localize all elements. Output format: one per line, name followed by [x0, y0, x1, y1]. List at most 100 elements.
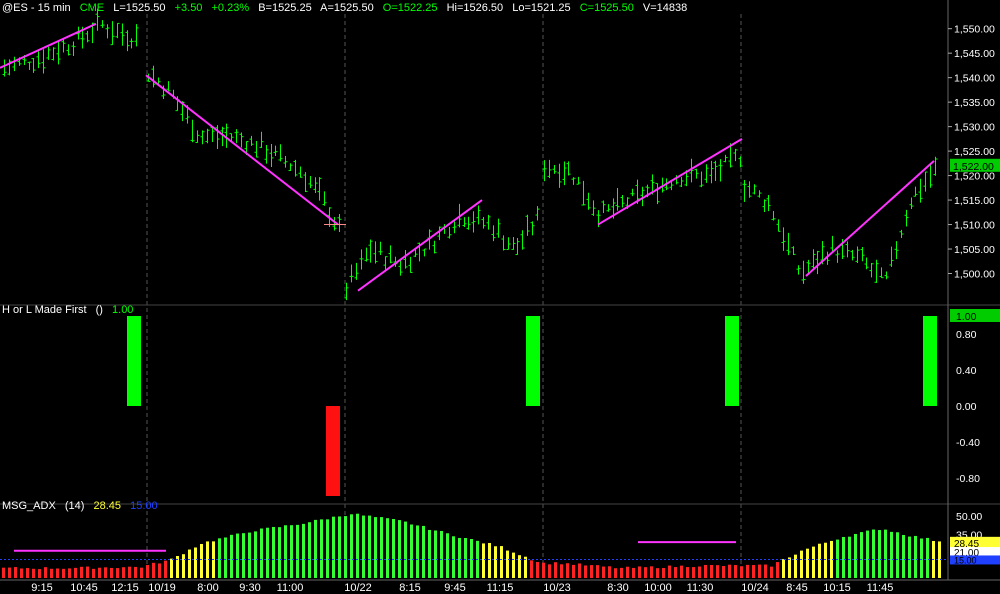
adx-bar[interactable] — [638, 566, 641, 578]
adx-bar[interactable] — [752, 565, 755, 578]
adx-bar[interactable] — [644, 567, 647, 578]
adx-bar[interactable] — [572, 564, 575, 578]
adx-bar[interactable] — [386, 518, 389, 578]
adx-bar[interactable] — [656, 568, 659, 578]
adx-bar[interactable] — [788, 557, 791, 578]
adx-bar[interactable] — [926, 537, 929, 578]
adx-bar[interactable] — [440, 530, 443, 578]
adx-bar[interactable] — [878, 530, 881, 578]
signal-bar[interactable] — [526, 316, 540, 406]
adx-bar[interactable] — [782, 559, 785, 578]
adx-bar[interactable] — [908, 536, 911, 578]
adx-bar[interactable] — [86, 566, 89, 578]
adx-bar[interactable] — [158, 563, 161, 578]
adx-bar[interactable] — [380, 517, 383, 578]
adx-bar[interactable] — [104, 567, 107, 578]
adx-bar[interactable] — [818, 543, 821, 578]
adx-bar[interactable] — [806, 548, 809, 578]
trendline[interactable] — [0, 22, 97, 69]
adx-bar[interactable] — [446, 533, 449, 578]
adx-bar[interactable] — [356, 513, 359, 578]
signal-bar[interactable] — [127, 316, 141, 406]
adx-bar[interactable] — [902, 534, 905, 578]
adx-bar[interactable] — [872, 529, 875, 578]
adx-bar[interactable] — [254, 531, 257, 578]
adx-bar[interactable] — [740, 566, 743, 578]
adx-bar[interactable] — [722, 566, 725, 578]
adx-bar[interactable] — [632, 567, 635, 578]
adx-bar[interactable] — [44, 567, 47, 578]
adx-bar[interactable] — [14, 567, 17, 578]
adx-bar[interactable] — [32, 568, 35, 578]
adx-bar[interactable] — [512, 552, 515, 578]
adx-bar[interactable] — [242, 533, 245, 578]
trendline[interactable] — [357, 199, 483, 292]
adx-bar[interactable] — [428, 529, 431, 578]
adx-bar[interactable] — [764, 564, 767, 578]
adx-bar[interactable] — [758, 564, 761, 578]
adx-bar[interactable] — [122, 567, 125, 578]
adx-bar[interactable] — [98, 567, 101, 578]
adx-bar[interactable] — [854, 533, 857, 578]
adx-bar[interactable] — [374, 517, 377, 578]
adx-bar[interactable] — [836, 539, 839, 578]
adx-bar[interactable] — [554, 562, 557, 578]
adx-bar[interactable] — [626, 566, 629, 578]
adx-bar[interactable] — [566, 563, 569, 578]
trendline[interactable] — [805, 160, 935, 277]
adx-bar[interactable] — [800, 550, 803, 578]
adx-bar[interactable] — [182, 554, 185, 578]
adx-bar[interactable] — [80, 566, 83, 578]
adx-bar[interactable] — [794, 554, 797, 578]
adx-bar[interactable] — [530, 560, 533, 578]
adx-bar[interactable] — [704, 564, 707, 578]
adx-bar[interactable] — [2, 567, 5, 578]
adx-bar[interactable] — [578, 563, 581, 578]
adx-bar[interactable] — [698, 566, 701, 578]
trendline[interactable] — [597, 138, 743, 226]
adx-bar[interactable] — [128, 566, 131, 578]
adx-bar[interactable] — [860, 532, 863, 578]
adx-bar[interactable] — [458, 537, 461, 578]
adx-bar[interactable] — [236, 533, 239, 578]
adx-bar[interactable] — [590, 565, 593, 578]
adx-bar[interactable] — [746, 564, 749, 578]
adx-bar[interactable] — [500, 546, 503, 578]
adx-bar[interactable] — [170, 558, 173, 578]
adx-bar[interactable] — [848, 536, 851, 578]
adx-bar[interactable] — [680, 565, 683, 578]
adx-bar[interactable] — [296, 524, 299, 578]
adx-bar[interactable] — [224, 537, 227, 578]
adx-bar[interactable] — [410, 524, 413, 578]
adx-bar[interactable] — [398, 520, 401, 578]
adx-bar[interactable] — [596, 565, 599, 578]
adx-bar[interactable] — [770, 566, 773, 578]
adx-bar[interactable] — [338, 516, 341, 578]
adx-bars[interactable] — [0, 513, 948, 578]
signal-bars[interactable] — [127, 316, 937, 496]
adx-bar[interactable] — [332, 516, 335, 578]
signal-bar[interactable] — [725, 316, 739, 406]
adx-bar[interactable] — [866, 530, 869, 578]
adx-bar[interactable] — [290, 525, 293, 578]
adx-bar[interactable] — [608, 566, 611, 578]
adx-bar[interactable] — [326, 519, 329, 578]
adx-bar[interactable] — [692, 567, 695, 578]
adx-bar[interactable] — [308, 522, 311, 578]
adx-bar[interactable] — [152, 562, 155, 578]
adx-bar[interactable] — [62, 568, 65, 578]
adx-bar[interactable] — [350, 514, 353, 578]
adx-bar[interactable] — [716, 565, 719, 578]
adx-bar[interactable] — [920, 538, 923, 578]
adx-bar[interactable] — [26, 568, 29, 578]
adx-bar[interactable] — [842, 536, 845, 578]
adx-bar[interactable] — [668, 565, 671, 578]
adx-bar[interactable] — [20, 568, 23, 578]
adx-bar[interactable] — [134, 566, 137, 578]
adx-bar[interactable] — [272, 526, 275, 578]
adx-bar[interactable] — [260, 528, 263, 578]
adx-bar[interactable] — [542, 562, 545, 578]
adx-bar[interactable] — [368, 515, 371, 578]
adx-bar[interactable] — [560, 564, 563, 578]
adx-bar[interactable] — [896, 532, 899, 578]
